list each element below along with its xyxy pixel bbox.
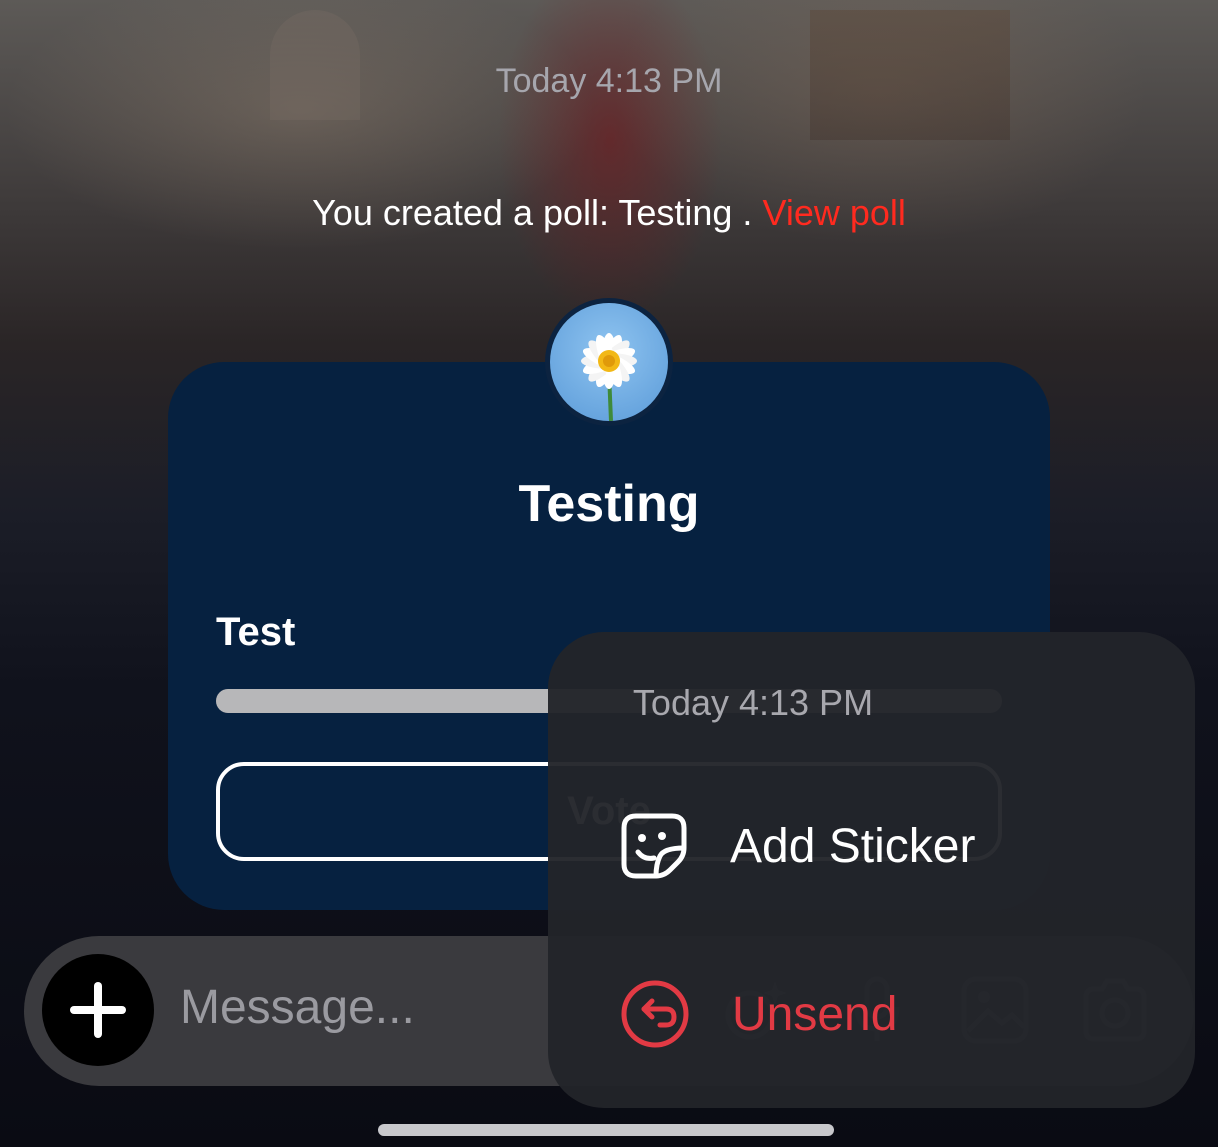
view-poll-link[interactable]: View poll: [762, 192, 905, 233]
unsend-menu-item[interactable]: Unsend: [620, 978, 897, 1050]
message-input[interactable]: Message...: [180, 980, 415, 1035]
poll-created-notice: You created a poll: Testing . View poll: [0, 192, 1218, 234]
poll-title: Testing: [518, 475, 700, 533]
sticker-icon: [621, 813, 687, 879]
poll-option-label: Test: [216, 610, 296, 654]
context-menu-timestamp: Today 4:13 PM: [632, 682, 874, 723]
home-indicator[interactable]: [378, 1124, 834, 1136]
plus-icon: [70, 982, 126, 1038]
unsend-icon: [621, 980, 689, 1048]
unsend-label: Unsend: [732, 987, 898, 1041]
avatar[interactable]: [545, 298, 673, 426]
message-timestamp: Today 4:13 PM: [495, 62, 723, 100]
daisy-avatar-image: [550, 303, 668, 421]
add-attachment-button[interactable]: [42, 954, 154, 1066]
add-sticker-label: Add Sticker: [730, 819, 976, 873]
poll-notice-text: You created a poll: Testing .: [312, 192, 753, 233]
add-sticker-menu-item[interactable]: Add Sticker: [620, 810, 975, 882]
